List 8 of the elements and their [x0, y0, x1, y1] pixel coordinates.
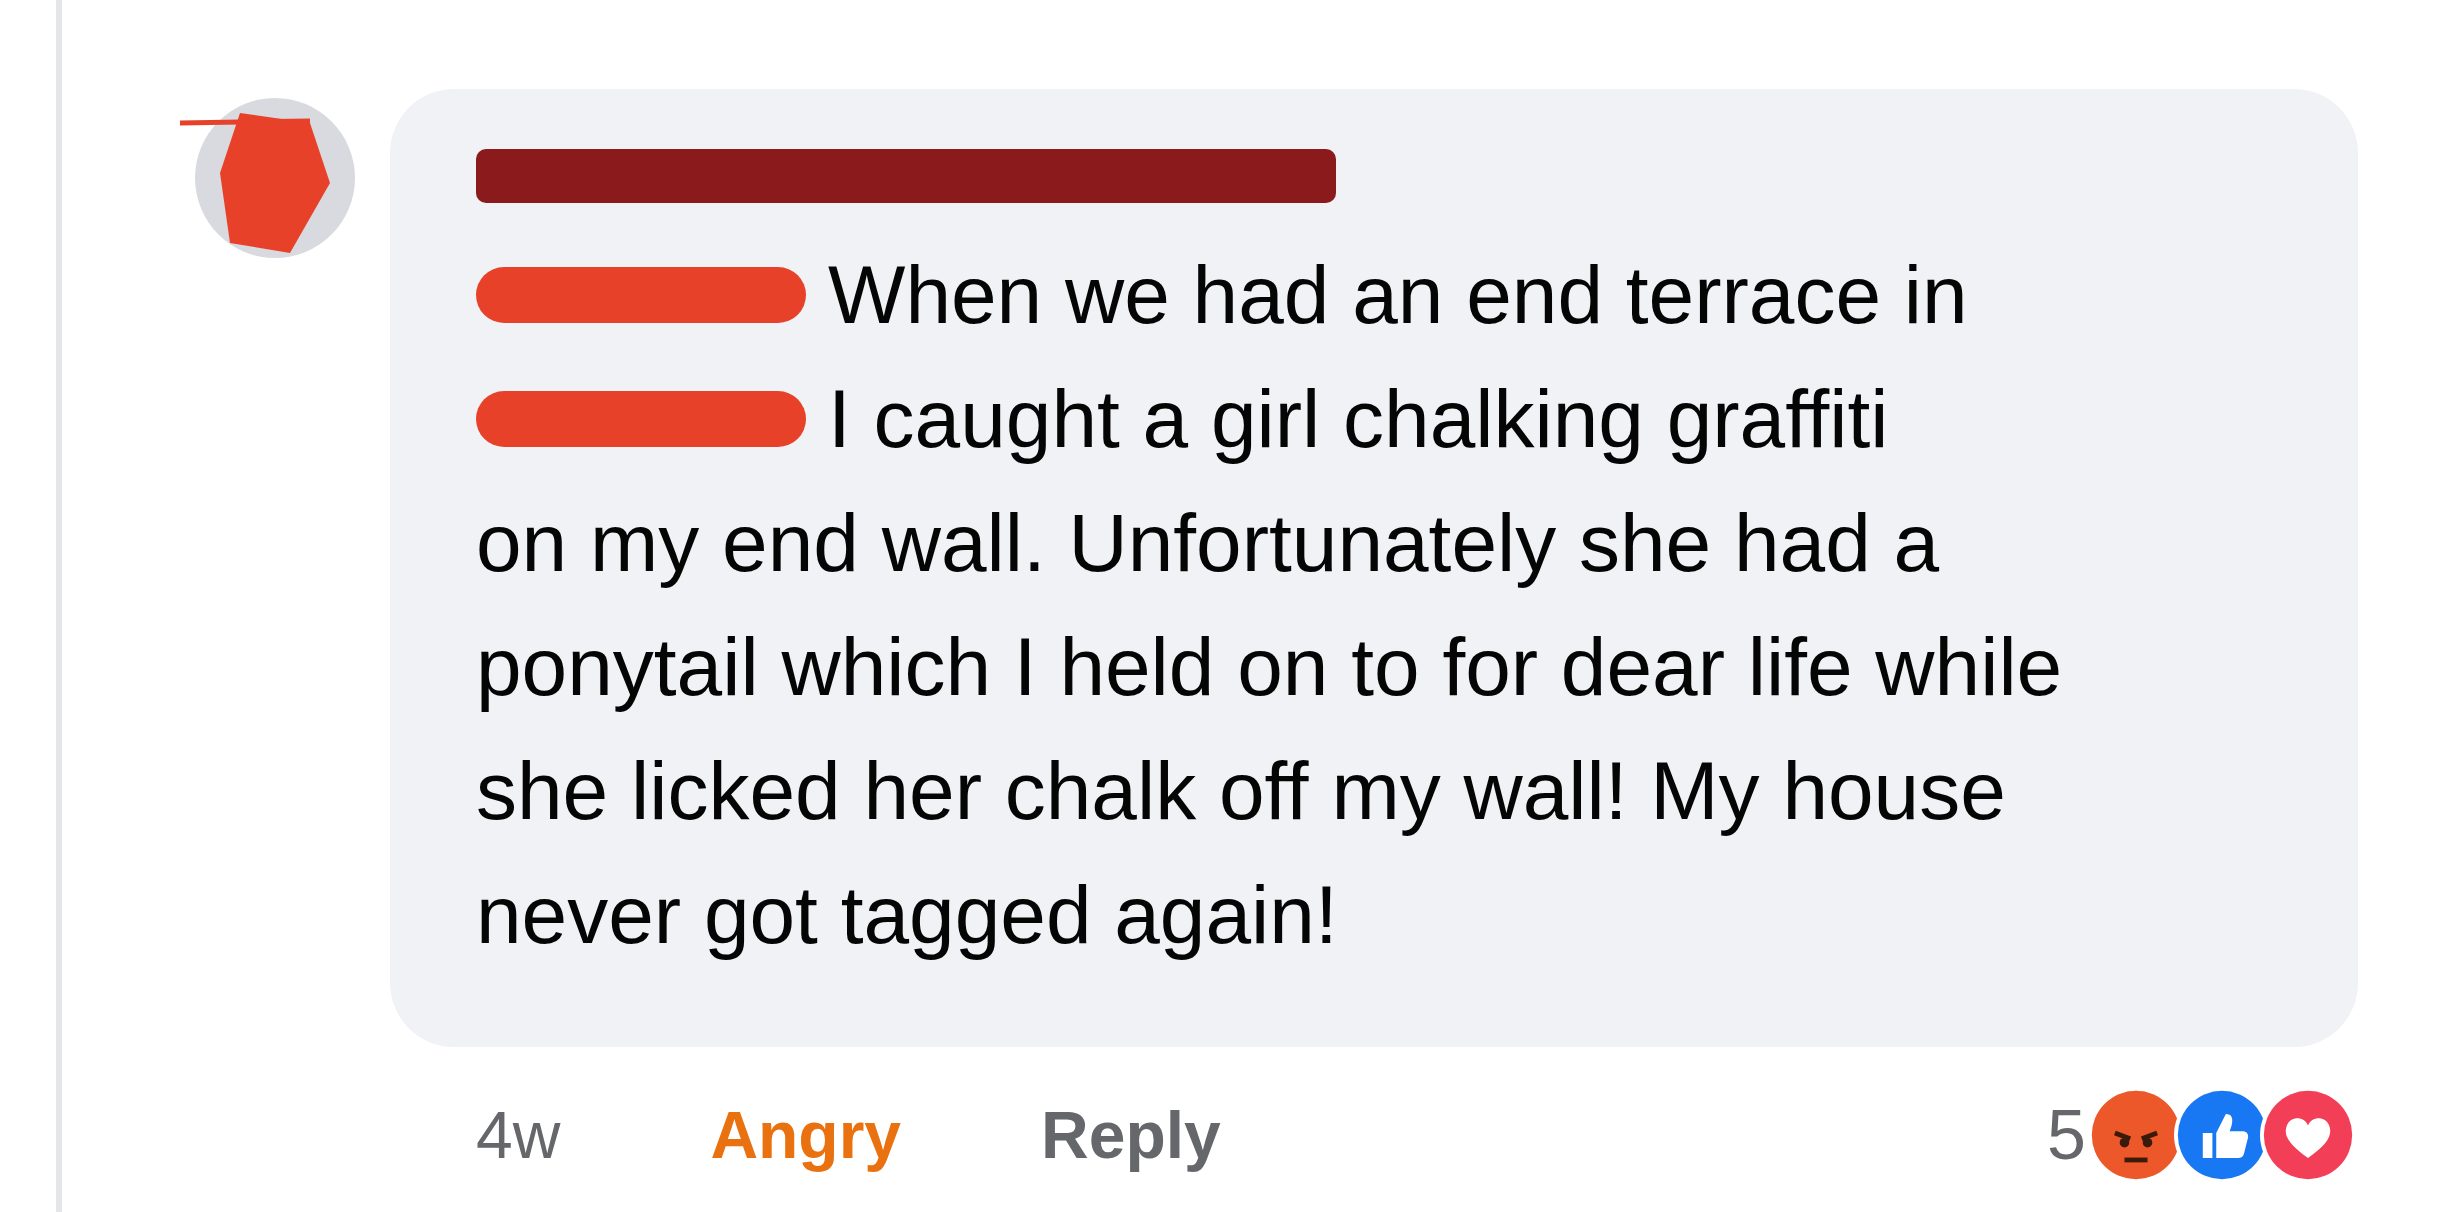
love-reaction-icon: [2260, 1087, 2356, 1183]
reply-link[interactable]: Reply: [1041, 1097, 1221, 1173]
comment-text: When we had an end terrace in: [828, 248, 1968, 342]
reaction-count: 5: [2047, 1095, 2086, 1175]
comment-text: on my end wall. Unfortunately she had a ponytail which I held on to for dear life while she licked her chalk off my wall! My house never got tagged again!: [476, 496, 2064, 962]
angry-reaction-link[interactable]: Angry: [710, 1097, 902, 1173]
comment-text: I caught a girl chalking graffiti: [828, 372, 1889, 466]
comment-time: 4w: [476, 1097, 561, 1173]
